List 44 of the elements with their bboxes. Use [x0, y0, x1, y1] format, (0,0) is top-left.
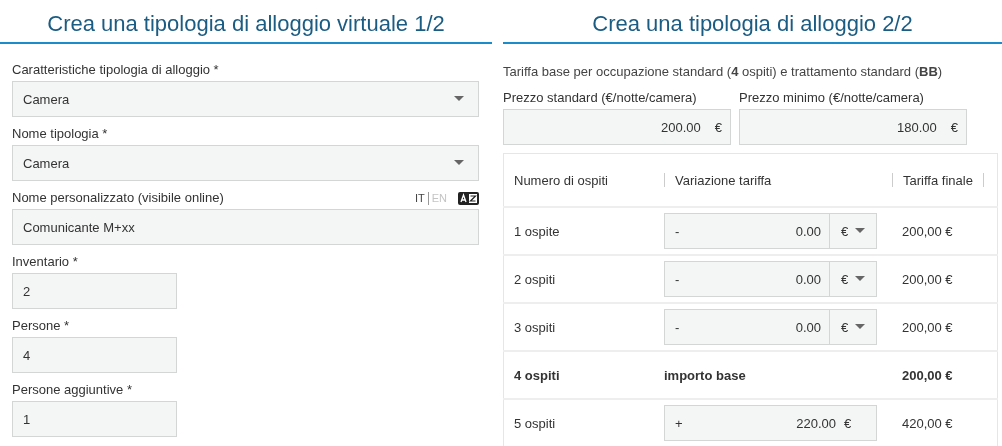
info-text: Tariffa base per occupazione standard (4 ospiti) e trattamento standard (BB) — [503, 64, 944, 80]
table-cell: 2 ospiti — [514, 271, 556, 287]
dropdown[interactable]: Camera — [12, 145, 479, 181]
caret-icon — [855, 324, 866, 330]
section-title: Crea una tipologia di alloggio virtuale 1/2 — [47, 10, 445, 38]
input-field[interactable]: 2 — [12, 273, 177, 309]
column-header: Numero di ospiti — [514, 172, 608, 188]
caret-icon — [855, 276, 866, 282]
caret-icon — [454, 96, 464, 102]
caret-icon — [454, 160, 464, 166]
field-label: Inventario * — [12, 254, 79, 270]
field-label: Persone * — [12, 318, 71, 334]
caret-icon — [855, 228, 866, 234]
column-header: Tariffa finale — [902, 172, 973, 188]
language-toggle[interactable]: IT — [411, 192, 428, 204]
rate-adjust-field[interactable]: - 0.00 € — [664, 309, 877, 345]
column-header: Variazione tariffa — [674, 172, 772, 188]
price-field[interactable]: 200.00 € — [503, 109, 731, 145]
section-title: Crea una tipologia di alloggio 2/2 — [592, 10, 913, 38]
dropdown[interactable]: Camera — [12, 81, 479, 117]
input-field[interactable]: Comunicante M+xx — [12, 209, 479, 245]
rate-adjust-field[interactable]: - 0.00 € — [664, 261, 877, 297]
table-cell-text: 420,00 € — [901, 415, 953, 431]
table-cell-text: 200,00 € — [901, 367, 953, 383]
field-label: Prezzo minimo (€/notte/camera) — [739, 90, 925, 106]
rate-adjust-field[interactable]: - 0.00 € — [664, 213, 877, 249]
table-cell-text: 200,00 € — [901, 223, 953, 239]
table-cell: 4 ospiti — [514, 367, 560, 383]
field-label: Nome tipologia * — [12, 126, 109, 142]
input-field[interactable]: 4 — [12, 337, 177, 373]
input-field[interactable]: 1 — [12, 401, 177, 437]
translate-icon[interactable] — [458, 191, 479, 205]
field-label: Persone aggiuntive * — [12, 382, 133, 398]
price-field[interactable]: 180.00 € — [739, 109, 967, 145]
table-cell: importo base — [664, 367, 746, 383]
field-label: Nome personalizzato (visibile online) — [12, 190, 225, 206]
field-label: Prezzo standard (€/notte/camera) — [503, 90, 698, 106]
table-cell: 5 ospiti — [514, 415, 556, 431]
rate-adjust-field[interactable]: + 220.00 € — [664, 405, 877, 441]
table-cell: 1 ospite — [514, 223, 560, 239]
field-label: Caratteristiche tipologia di alloggio * — [12, 62, 220, 78]
table-cell-text: 200,00 € — [901, 319, 953, 335]
table-cell-text: 200,00 € — [901, 271, 953, 287]
table-cell: 3 ospiti — [514, 319, 556, 335]
